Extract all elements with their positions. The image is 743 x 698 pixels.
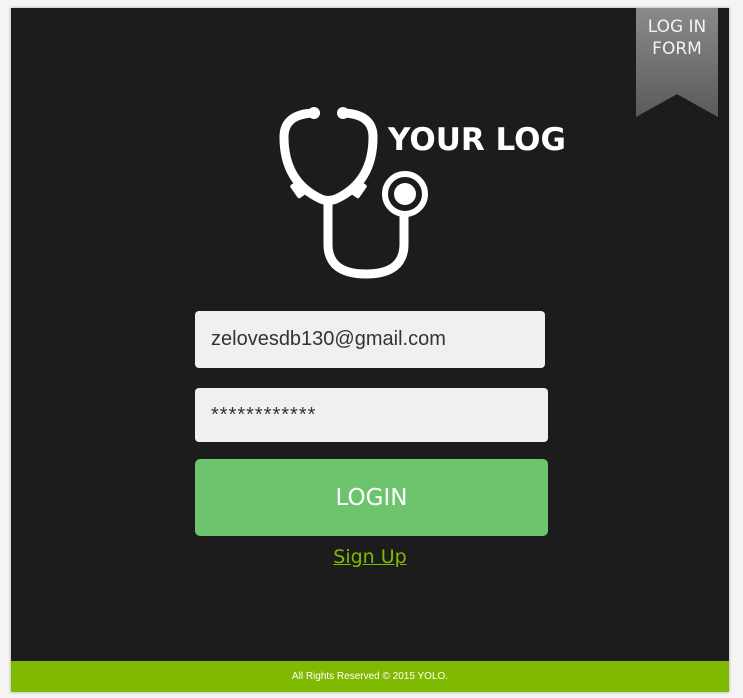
form-ribbon: LOG IN FORM: [636, 8, 718, 117]
login-button[interactable]: LOGIN: [195, 459, 548, 536]
ribbon-line-1: LOG IN: [647, 17, 707, 37]
footer: All Rights Reserved © 2015 YOLO.: [11, 661, 729, 692]
logo-text: YOUR LOG: [388, 122, 566, 158]
footer-text: All Rights Reserved © 2015 YOLO.: [291, 671, 449, 682]
logo: YOUR LOG: [276, 104, 576, 289]
signup-container: Sign Up: [11, 546, 729, 568]
signup-link[interactable]: Sign Up: [333, 546, 406, 568]
password-field[interactable]: [195, 388, 548, 442]
email-field[interactable]: [195, 311, 545, 368]
login-card: LOG IN FORM YOUR LOG LOGIN Sign Up All R…: [11, 8, 729, 692]
ribbon-line-2: FORM: [652, 39, 702, 59]
